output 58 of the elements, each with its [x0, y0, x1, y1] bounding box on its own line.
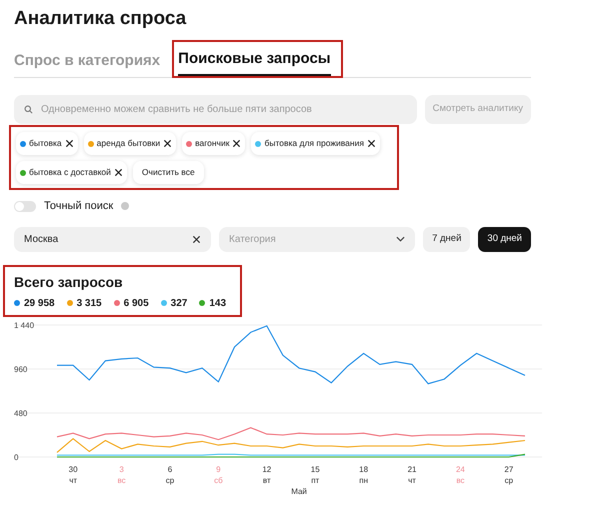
page-title: Аналитика спроса — [14, 7, 188, 31]
axis-label: 1 440 — [14, 320, 34, 330]
axis-label: 3 — [119, 464, 124, 474]
close-icon — [114, 168, 123, 177]
tag-label: бытовка — [29, 137, 62, 150]
close-icon — [232, 139, 242, 148]
tag-label: аренда бытовки — [96, 137, 160, 150]
axis-label: 30 — [68, 464, 78, 474]
toggle-switch[interactable] — [14, 200, 36, 212]
region-field[interactable]: Москва — [14, 226, 212, 252]
total-value: 3 315 — [76, 296, 102, 310]
axis-label: пн — [359, 476, 368, 484]
help-icon — [121, 202, 130, 210]
query-tag[interactable]: бытовка для проживания — [251, 132, 380, 155]
close-icon — [192, 234, 202, 244]
axis-label: сб — [214, 476, 223, 484]
close-icon — [366, 139, 376, 148]
axis-label: 480 — [14, 408, 28, 418]
axis-label: 21 — [408, 464, 416, 474]
chart-title: Всего запросов — [14, 272, 124, 292]
axis-label: пт — [311, 476, 320, 484]
search-icon — [24, 105, 33, 114]
axis-label: вт — [262, 476, 271, 484]
query-tag[interactable]: бытовка с доставкой — [16, 161, 127, 184]
axis-label: 12 — [262, 464, 272, 474]
total-value: 327 — [170, 296, 188, 310]
axis-label: 9 — [216, 464, 221, 474]
tag-label: бытовка с доставкой — [29, 166, 111, 179]
axis-label: 27 — [504, 464, 514, 474]
axis-label: ср — [504, 476, 514, 484]
query-tag[interactable]: аренда бытовки — [84, 132, 176, 155]
axis-label: 18 — [359, 464, 368, 474]
clear-all-button[interactable]: Очистить все — [132, 161, 204, 184]
axis-label: 24 — [456, 464, 465, 474]
axis-label: чт — [69, 476, 78, 484]
axis-label: чт — [408, 476, 416, 484]
tag-label: бытовка для проживания — [264, 137, 364, 150]
query-tag[interactable]: бытовка — [16, 132, 78, 155]
axis-label: вс — [456, 476, 465, 484]
close-icon — [163, 139, 172, 148]
total-value: 6 905 — [124, 296, 149, 310]
tag-label: вагончик — [195, 137, 230, 150]
toggle-label: Точный поиск — [44, 199, 114, 214]
period-button[interactable]: 7 дней — [423, 226, 470, 252]
axis-label: вс — [117, 476, 126, 484]
axis-label: 0 — [14, 452, 18, 462]
tab[interactable]: Поисковые запросы — [178, 48, 331, 76]
axis-label: ср — [166, 476, 174, 484]
axis-label: 6 — [168, 464, 172, 474]
axis-label: 15 — [310, 464, 320, 474]
total-value: 29 958 — [24, 296, 55, 310]
total-value: 143 — [209, 296, 226, 310]
query-tag[interactable]: вагончик — [182, 132, 246, 155]
period-button[interactable]: 30 дней — [478, 226, 531, 252]
close-icon — [64, 139, 74, 148]
axis-title: Май — [291, 486, 307, 496]
axis-label: 960 — [14, 364, 28, 374]
chevron-icon — [396, 236, 406, 242]
